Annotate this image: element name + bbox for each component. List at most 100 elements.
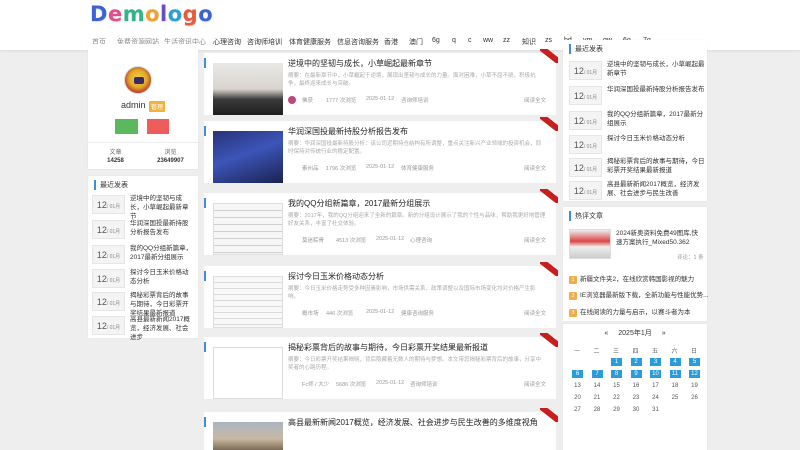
article-thumbnail[interactable] [213,276,283,328]
calendar-day[interactable]: 13 [572,382,583,390]
username[interactable]: admin [121,100,146,110]
red-action-button[interactable] [147,119,169,134]
hot-item-title[interactable]: 新疆文件夹2，在线欣赏韩国影视的魅力 [580,276,694,283]
recent-item-title[interactable]: 我的QQ分组新篇章，2017最新分组展示 [607,110,705,128]
article-category[interactable]: 健康咨询服务 [401,309,434,317]
nav-item[interactable]: 知识 [522,37,536,47]
article-author[interactable]: 佛获 [302,96,313,104]
article-card[interactable]: 我的QQ分组新篇章，2017最新分组展示 摘要：2017年，我的QQ分组迎来了全… [204,193,556,255]
article-title[interactable]: 探讨今日玉米价格动态分析 [288,271,384,282]
article-author[interactable]: 莫迷粽骨 [302,236,324,244]
nav-item[interactable]: 咨询师培训 [247,37,282,47]
calendar-day[interactable]: 22 [611,394,622,402]
calendar-day[interactable]: 31 [650,406,661,414]
calendar-day[interactable]: 1 [611,358,622,366]
nav-item[interactable]: 6g [432,37,440,44]
site-logo[interactable]: Demologo [90,2,213,26]
calendar-day[interactable]: 4 [669,358,681,366]
article-thumbnail[interactable] [213,422,283,450]
recent-item-title[interactable]: 探讨今日玉米价格动态分析 [607,134,705,143]
calendar-next[interactable]: » [662,330,666,337]
nav-item[interactable]: q [452,37,456,44]
article-card[interactable]: 逆境中的坚韧与成长，小草崛起最新章节 摘要：在最新章节中，小草崛起于逆境，展现出… [204,53,556,115]
calendar-day[interactable]: 14 [592,382,603,390]
nav-item[interactable]: 澳门 [409,37,423,47]
nav-item[interactable]: 体育健康服务 [289,37,331,47]
calendar-day[interactable]: 9 [630,370,642,378]
read-more-link[interactable]: 阅读全文 [524,164,546,172]
nav-item[interactable]: c [468,37,472,44]
recent-item-title[interactable]: 高县最新新闻2017概览，经济发展、社会进步 [130,315,194,342]
article-thumbnail[interactable] [213,131,283,183]
hot-item-title[interactable]: 在线阅读的力量与启示，以赛斗者为本 [580,309,691,316]
article-thumbnail[interactable] [213,203,283,255]
green-action-button[interactable] [115,119,138,134]
recent-item-title[interactable]: 华润深国投最新持股分析报告发布 [130,219,194,237]
recent-item-title[interactable]: 我的QQ分组新篇章，2017最新分组展示 [130,244,194,262]
nav-item[interactable]: zz [503,37,510,44]
calendar-day[interactable]: 2 [630,358,642,366]
article-title[interactable]: 我的QQ分组新篇章，2017最新分组展示 [288,198,430,209]
recent-item-title[interactable]: 探讨今日玉米价格动态分析 [130,268,194,286]
calendar-prev[interactable]: « [604,330,608,337]
calendar-day[interactable]: 27 [572,406,583,414]
calendar-day[interactable]: 19 [689,382,700,390]
calendar-day[interactable]: 11 [669,370,681,378]
calendar-day[interactable]: 30 [631,406,642,414]
article-card[interactable]: 华润深国投最新持股分析报告发布 摘要：华润深国投最新持股分析：该公司近期持仓结构… [204,121,556,183]
nav-item[interactable]: 信息咨询服务 [337,37,379,47]
read-more-link[interactable]: 阅读全文 [524,380,546,388]
calendar-day[interactable]: 18 [670,382,681,390]
recent-item-title[interactable]: 揭秘彩票背后的故事与期待，今日彩票开奖结果最新报道 [607,157,705,175]
recent-item-title[interactable]: 高县最新新闻2017概览，经济发展、社会进步与民生改善 [607,180,705,198]
article-thumbnail[interactable] [213,347,283,399]
article-title[interactable]: 高县最新新闻2017概览，经济发展、社会进步与民生改善的多维度视角 [288,417,538,428]
article-category[interactable]: 心理咨询 [410,236,432,244]
article-author[interactable]: 素州品 [302,164,319,172]
nav-item[interactable]: 心理咨询 [213,37,241,47]
calendar-day[interactable]: 25 [670,394,681,402]
hot-item[interactable]: 3 在线阅读的力量与启示，以赛斗者为本 [569,306,691,317]
article-author[interactable]: 概市场 [302,309,319,317]
article-title[interactable]: 华润深国投最新持股分析报告发布 [288,126,408,137]
read-more-link[interactable]: 阅读全文 [524,309,546,317]
calendar-day[interactable]: 29 [611,406,622,414]
hot-item[interactable]: 2 IE浏览器最新版下载，全新功能与性能优势... [569,289,709,300]
recent-item-title[interactable]: 逆境中的坚韧与成长，小草崛起最新章节 [130,194,194,221]
featured-thumbnail[interactable] [569,229,611,259]
calendar-day[interactable]: 17 [650,382,661,390]
read-more-link[interactable]: 阅读全文 [524,236,546,244]
article-author[interactable]: Fc师 / 大少 [302,380,329,388]
article-card[interactable]: 探讨今日玉米价格动态分析 摘要：今日玉米价格走势受多种因素影响，市场供需关系、政… [204,266,556,328]
article-title[interactable]: 揭秘彩票背后的故事与期待，今日彩票开奖结果最新报道 [288,342,488,353]
calendar-day[interactable]: 21 [592,394,603,402]
calendar-day[interactable]: 5 [689,358,700,366]
calendar-day[interactable]: 23 [631,394,642,402]
hot-item[interactable]: 1 新疆文件夹2，在线欣赏韩国影视的魅力 [569,273,694,284]
nav-item[interactable]: ww [483,37,493,44]
article-title[interactable]: 逆境中的坚韧与成长，小草崛起最新章节 [288,58,432,69]
article-category[interactable]: 咨询师培训 [401,96,429,104]
article-card[interactable]: 高县最新新闻2017概览，经济发展、社会进步与民生改善的多维度视角 [204,412,556,450]
calendar-day[interactable]: 12 [689,370,700,378]
calendar-day[interactable]: 3 [650,358,661,366]
hot-item-title[interactable]: IE浏览器最新版下载，全新功能与性能优势... [580,292,709,299]
calendar-day[interactable]: 8 [611,370,622,378]
recent-item-title[interactable]: 华润深国投最新持股分析报告发布 [607,85,705,94]
article-category[interactable]: 咨询师培训 [410,380,438,388]
calendar-day[interactable]: 26 [689,394,700,402]
calendar-day[interactable]: 6 [572,370,583,378]
article-card[interactable]: 揭秘彩票背后的故事与期待，今日彩票开奖结果最新报道 摘要：今日彩票开奖结果揭晓，… [204,337,556,399]
calendar-day[interactable]: 28 [592,406,603,414]
article-thumbnail[interactable] [213,63,283,115]
avatar[interactable] [124,66,152,94]
calendar-day[interactable]: 10 [650,370,661,378]
calendar-day[interactable]: 24 [650,394,661,402]
nav-item[interactable]: zs [545,37,552,44]
calendar-day[interactable]: 16 [631,382,642,390]
nav-item[interactable]: 香港 [384,37,398,47]
read-more-link[interactable]: 阅读全文 [524,96,546,104]
recent-item-title[interactable]: 揭秘彩票背后的故事与期待，今日彩票开奖结果最新报道 [130,291,194,318]
recent-item-title[interactable]: 逆境中的坚韧与成长，小草崛起最新章节 [607,60,705,78]
calendar-day[interactable]: 15 [611,382,622,390]
